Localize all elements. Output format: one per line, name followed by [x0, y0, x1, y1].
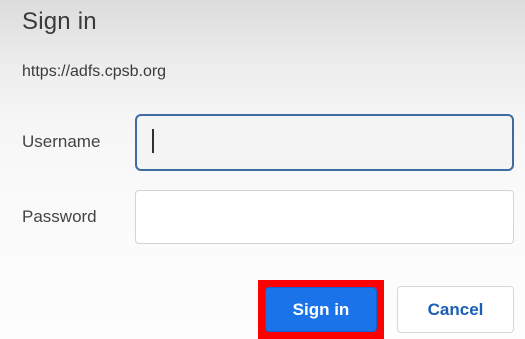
text-caret [152, 129, 154, 153]
sign-in-button[interactable]: Sign in [265, 287, 377, 332]
username-label: Username [22, 132, 101, 151]
site-origin-url: https://adfs.cpsb.org [22, 63, 167, 80]
password-input[interactable] [135, 190, 514, 244]
cancel-button[interactable]: Cancel [397, 286, 514, 333]
password-label: Password [22, 207, 97, 226]
username-input[interactable] [135, 114, 514, 171]
dialog-title: Sign in [22, 8, 97, 35]
sign-in-dialog: Sign in https://adfs.cpsb.org Username P… [0, 0, 525, 339]
